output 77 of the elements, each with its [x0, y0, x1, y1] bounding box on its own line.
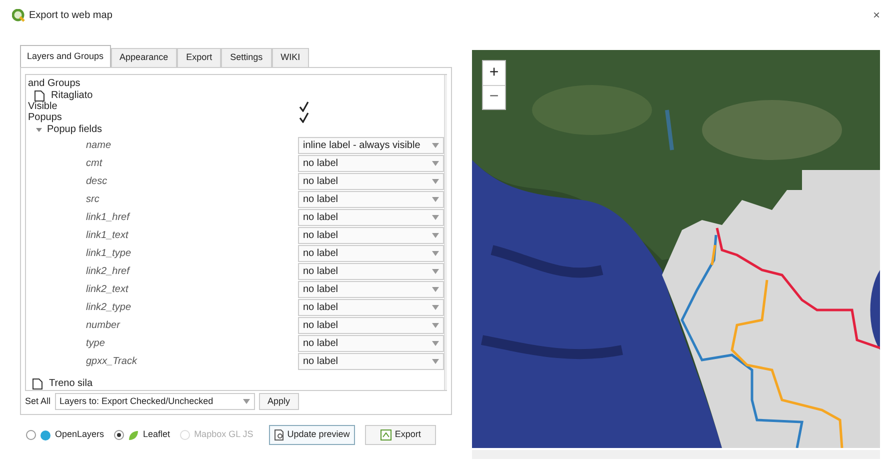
label-dropdown[interactable]: no label [298, 316, 444, 334]
field-name: name [85, 140, 112, 150]
field-name: cmt [85, 158, 104, 168]
field-name: link2_text [85, 284, 130, 294]
field-name: link1_type [85, 248, 132, 258]
label-dropdown[interactable]: no label [298, 154, 444, 172]
zoom-out-button[interactable]: − [483, 86, 505, 109]
globe-icon [40, 430, 51, 440]
tab[interactable]: Layers and Groups [20, 45, 111, 67]
field-name: number [85, 320, 122, 330]
option-label: Popups [28, 112, 63, 123]
label-dropdown[interactable]: no label [298, 280, 444, 298]
radio-button[interactable] [114, 430, 124, 440]
label-dropdown[interactable]: no label [298, 352, 444, 370]
export-icon [380, 429, 392, 441]
update-preview-button[interactable]: Update preview [269, 425, 355, 445]
apply-button[interactable]: Apply [258, 393, 300, 410]
set-all-label: Set All [25, 394, 51, 408]
caret-icon [432, 358, 439, 364]
tab[interactable]: WIKI [272, 48, 310, 67]
caret-icon [432, 214, 439, 220]
field-name: link2_href [85, 266, 132, 276]
caret-icon [432, 340, 439, 346]
scrollbar[interactable] [444, 75, 447, 390]
field-name: type [85, 338, 106, 348]
caret-icon [432, 178, 439, 184]
layer-checkbox[interactable] [32, 378, 43, 389]
radio-label: Leaflet [143, 428, 170, 442]
layer-name: Treno sila [49, 378, 93, 389]
caret-icon [432, 286, 439, 292]
label-dropdown[interactable]: no label [298, 226, 444, 244]
tab[interactable]: Appearance [110, 48, 178, 67]
field-name: link1_href [85, 212, 132, 222]
tab[interactable]: Export [177, 48, 222, 67]
radio-label: OpenLayers [55, 428, 104, 442]
caret-icon [432, 304, 439, 310]
expand-caret-icon[interactable] [36, 126, 42, 132]
option-checkbox[interactable] [298, 112, 309, 123]
document-search-icon [274, 429, 286, 441]
caret-icon [432, 250, 439, 256]
label-dropdown[interactable]: no label [298, 334, 444, 352]
group-label: Popup fields [47, 124, 102, 135]
field-name: desc [85, 176, 108, 186]
export-button[interactable]: Export [364, 425, 436, 445]
close-button[interactable]: × [872, 6, 880, 24]
layer-name: Ritagliato [51, 90, 93, 101]
option-label: Visible [28, 101, 58, 112]
field-name: link1_text [85, 230, 130, 240]
label-dropdown[interactable]: no label [298, 298, 444, 316]
caret-icon [432, 232, 439, 238]
map-view[interactable]: + − [472, 50, 880, 448]
field-name: link2_type [85, 302, 132, 312]
layer-checkbox[interactable] [34, 90, 45, 101]
caret-icon [432, 268, 439, 274]
app-logo-icon [12, 8, 25, 22]
radio-label: Mapbox GL JS [194, 428, 254, 442]
caret-icon [432, 322, 439, 328]
label-dropdown[interactable]: no label [298, 208, 444, 226]
caret-icon [242, 399, 250, 404]
field-name: gpxx_Track [85, 356, 138, 366]
label-dropdown[interactable]: inline label - always visible [298, 136, 444, 154]
radio-button[interactable] [26, 430, 36, 440]
option-checkbox[interactable] [298, 101, 309, 112]
set-all-dropdown[interactable]: Layers to: Export Checked/Unchecked [54, 393, 255, 410]
label-dropdown[interactable]: no label [298, 262, 444, 280]
window-title: Export to web map [29, 8, 112, 22]
field-name: src [85, 194, 100, 204]
tab[interactable]: Settings [221, 48, 272, 67]
label-dropdown[interactable]: no label [298, 244, 444, 262]
leaf-icon [128, 430, 140, 440]
label-dropdown[interactable]: no label [298, 172, 444, 190]
caret-icon [432, 196, 439, 202]
label-dropdown[interactable]: no label [298, 190, 444, 208]
caret-icon [432, 160, 439, 166]
zoom-in-button[interactable]: + [483, 61, 505, 86]
tree-header: and Groups [28, 78, 82, 89]
caret-icon [432, 142, 439, 148]
